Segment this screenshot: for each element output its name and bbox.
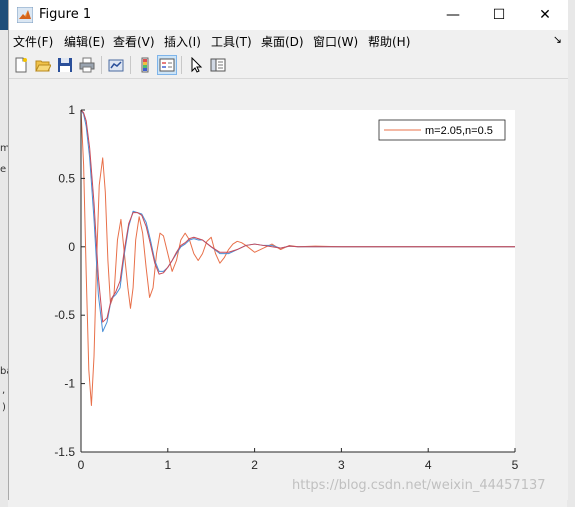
plot-svg[interactable]: 0 1 2 3 4 5 1 0.5 0 -0.5 -1 -1.5 m=2.05,n=0.5 [9,79,568,500]
window-title: Figure 1 [39,7,92,22]
x-tick-label: 0 [78,458,85,472]
colorbar-icon [141,57,149,73]
y-tick-label: -1.5 [54,445,75,459]
pointer-button[interactable] [186,55,206,75]
x-tick-label: 1 [164,458,171,472]
open-file-icon [35,60,51,72]
legend[interactable]: m=2.05,n=0.5 [378,119,506,141]
maximize-button[interactable]: ☐ [476,0,522,30]
x-tick-label: 5 [512,458,519,472]
menu-view[interactable]: 查看(V) [113,33,155,50]
x-tick-label: 3 [338,458,345,472]
axes-background [81,110,515,452]
save-button[interactable] [55,55,75,75]
y-tick-label: -0.5 [54,308,75,322]
menu-window[interactable]: 窗口(W) [313,33,358,50]
y-axis-ticks: 1 0.5 0 -0.5 -1 -1.5 [54,103,85,459]
matlab-app-icon [17,7,33,23]
pointer-icon [191,57,203,73]
menu-edit[interactable]: 编辑(E) [64,33,105,50]
menu-bar: 文件(F) 编辑(E) 查看(V) 插入(I) 工具(T) 桌面(D) 窗口(W… [9,30,568,52]
menu-help[interactable]: 帮助(H) [368,33,410,50]
y-tick-label: 1 [68,103,75,117]
new-figure-button[interactable] [11,55,31,75]
save-icon [58,58,72,72]
colorbar-button[interactable] [135,55,155,75]
legend-button[interactable] [157,55,177,75]
watermark: https://blog.csdn.net/weixin_44457137 [292,478,546,493]
menu-file[interactable]: 文件(F) [13,33,53,50]
y-tick-label: 0.5 [58,171,75,185]
print-button[interactable] [77,55,97,75]
toolbar-separator [181,56,182,74]
maximize-icon: ☐ [492,7,506,23]
menu-dock-arrow-icon[interactable]: ↘ [553,33,562,46]
figure-toolbar [9,52,568,79]
legend-icon [159,58,175,72]
background-text-fragment: , [2,385,6,396]
title-bar[interactable]: Figure 1 — ☐ ✕ [9,0,568,30]
x-tick-label: 2 [251,458,258,472]
property-editor-button[interactable] [208,55,228,75]
minimize-icon: — [446,7,460,23]
background-desktop-left [0,0,8,507]
figure-window: Figure 1 — ☐ ✕ 文件(F) 编辑(E) 查看(V) 插入(I) 工… [8,0,568,500]
background-text-fragment: ) [2,402,6,413]
property-editor-icon [210,58,226,72]
background-window-titlebar [0,0,8,30]
y-tick-label: -1 [64,377,75,391]
print-icon [79,57,95,73]
legend-label: m=2.05,n=0.5 [425,125,493,137]
open-file-button[interactable] [33,55,53,75]
close-button[interactable]: ✕ [522,0,568,30]
link-plot-button[interactable] [106,55,126,75]
close-icon: ✕ [539,7,551,23]
new-figure-icon [15,57,27,73]
menu-tools[interactable]: 工具(T) [211,33,252,50]
toolbar-separator [130,56,131,74]
background-text-fragment: e [0,164,7,175]
minimize-button[interactable]: — [430,0,476,30]
y-tick-label: 0 [68,240,75,254]
menu-insert[interactable]: 插入(I) [164,33,201,50]
x-tick-label: 4 [425,458,432,472]
figure-canvas[interactable]: 0 1 2 3 4 5 1 0.5 0 -0.5 -1 -1.5 m=2.05,n=0.5 [9,79,568,500]
toolbar-separator [101,56,102,74]
link-plot-icon [108,59,124,72]
background-desktop-right [567,0,575,507]
menu-desktop[interactable]: 桌面(D) [261,33,304,50]
